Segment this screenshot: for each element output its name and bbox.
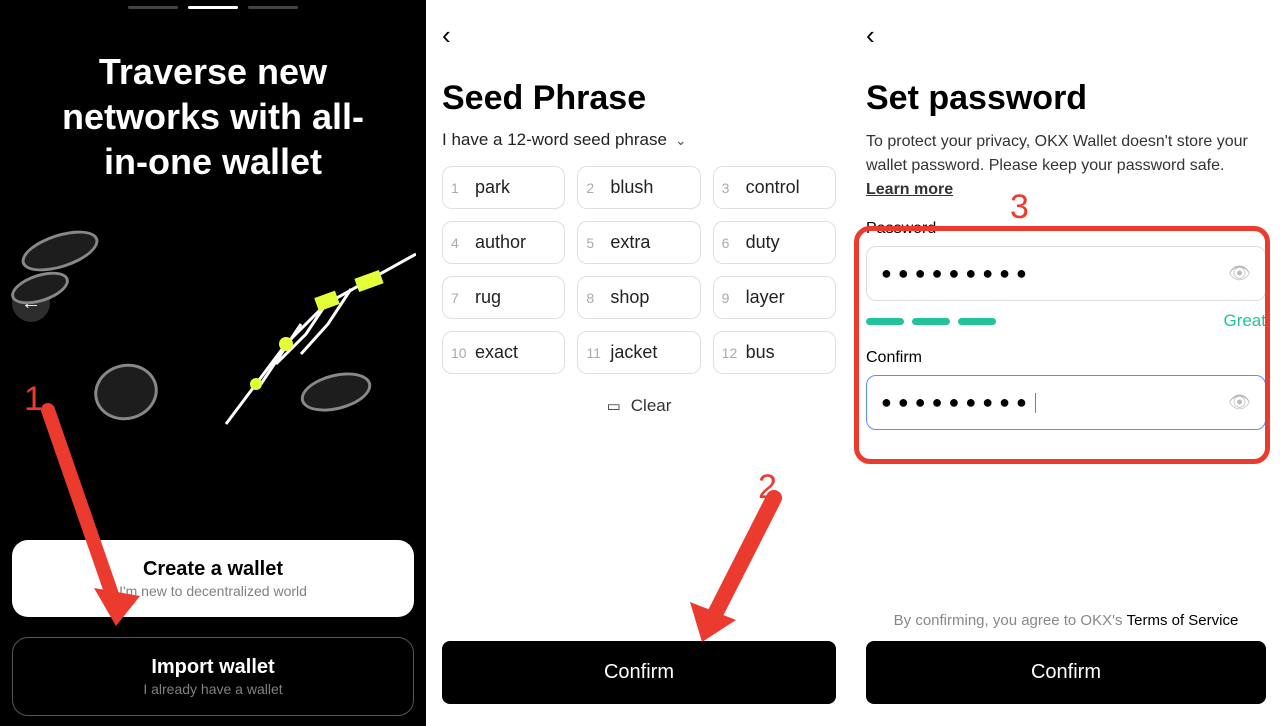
- set-password-panel: ‹ Set password To protect your privacy, …: [852, 0, 1280, 726]
- strength-label: Great: [1223, 311, 1266, 331]
- robot-hand-icon: [116, 234, 416, 494]
- seed-num: 11: [586, 345, 602, 361]
- clear-button[interactable]: ▭ Clear: [442, 396, 836, 416]
- seed-word-2[interactable]: 2 blush: [577, 166, 700, 209]
- seed-word-8[interactable]: 8 shop: [577, 276, 700, 319]
- seed-num: 1: [451, 180, 467, 196]
- seed-word-text: extra: [610, 232, 650, 253]
- strength-bar-2: [912, 318, 950, 325]
- seed-num: 9: [722, 290, 738, 306]
- seed-word-text: author: [475, 232, 526, 253]
- create-wallet-title: Create a wallet: [24, 558, 402, 581]
- seed-num: 12: [722, 345, 738, 361]
- set-password-title: Set password: [866, 79, 1266, 118]
- chevron-left-icon: ‹: [866, 20, 875, 50]
- create-wallet-subtitle: I'm new to decentralized world: [24, 583, 402, 599]
- onboarding-illustration: [0, 194, 426, 530]
- seed-word-12[interactable]: 12 bus: [713, 331, 836, 374]
- seed-num: 7: [451, 290, 467, 306]
- seed-word-3[interactable]: 3 control: [713, 166, 836, 209]
- back-button[interactable]: ‹: [442, 20, 836, 51]
- chevron-down-icon: ⌄: [675, 132, 687, 149]
- clear-label: Clear: [631, 396, 672, 416]
- seed-word-11[interactable]: 11 jacket: [577, 331, 700, 374]
- eye-icon[interactable]: 👁: [1228, 392, 1251, 413]
- seed-word-1[interactable]: 1 park: [442, 166, 565, 209]
- confirm-label: Confirm: [604, 661, 674, 683]
- eye-icon[interactable]: 👁: [1228, 263, 1251, 284]
- seed-length-label: I have a 12-word seed phrase: [442, 130, 667, 150]
- seed-word-text: bus: [746, 342, 775, 363]
- seed-num: 3: [722, 180, 738, 196]
- seed-grid: 1 park 2 blush 3 control 4 author 5 extra 6 duty 7 ru…: [442, 166, 836, 374]
- seed-word-text: jacket: [610, 342, 657, 363]
- password-value: ●●●●●●●●●: [881, 263, 1033, 284]
- confirm-field-group: Confirm ●●●●●●●●● 👁: [866, 349, 1266, 430]
- learn-more-link[interactable]: Learn more: [866, 181, 953, 198]
- strength-bar-3: [958, 318, 996, 325]
- seed-word-6[interactable]: 6 duty: [713, 221, 836, 264]
- seed-num: 8: [586, 290, 602, 306]
- seed-num: 2: [586, 180, 602, 196]
- strength-bar-1: [866, 318, 904, 325]
- seed-word-9[interactable]: 9 layer: [713, 276, 836, 319]
- seed-word-10[interactable]: 10 exact: [442, 331, 565, 374]
- seed-word-text: layer: [746, 287, 785, 308]
- import-wallet-title: Import wallet: [25, 656, 401, 679]
- seed-num: 4: [451, 235, 467, 251]
- seed-word-text: duty: [746, 232, 780, 253]
- seed-word-text: control: [746, 177, 800, 198]
- password-description: To protect your privacy, OKX Wallet does…: [866, 130, 1266, 202]
- confirm-button[interactable]: Confirm: [866, 641, 1266, 704]
- seed-word-5[interactable]: 5 extra: [577, 221, 700, 264]
- confirm-password-input[interactable]: ●●●●●●●●● 👁: [866, 375, 1266, 430]
- password-field-group: Password ●●●●●●●●● 👁 Great: [866, 220, 1266, 331]
- seed-word-7[interactable]: 7 rug: [442, 276, 565, 319]
- seed-num: 10: [451, 345, 467, 361]
- import-wallet-button[interactable]: Import wallet I already have a wallet: [12, 637, 414, 716]
- confirm-button[interactable]: Confirm: [442, 641, 836, 704]
- strength-bars: [866, 318, 996, 325]
- seed-phrase-panel: ‹ Seed Phrase I have a 12-word seed phra…: [426, 0, 852, 726]
- seed-word-text: exact: [475, 342, 518, 363]
- password-strength: Great: [866, 311, 1266, 331]
- confirm-value: ●●●●●●●●●: [881, 392, 1036, 413]
- create-wallet-button[interactable]: Create a wallet I'm new to decentralized…: [12, 540, 414, 617]
- seed-word-text: park: [475, 177, 510, 198]
- seed-num: 6: [722, 235, 738, 251]
- seed-word-text: rug: [475, 287, 501, 308]
- terms-of-service-link[interactable]: Terms of Service: [1127, 612, 1239, 629]
- import-wallet-subtitle: I already have a wallet: [25, 681, 401, 697]
- seed-num: 5: [586, 235, 602, 251]
- back-button[interactable]: ‹: [866, 20, 1266, 51]
- confirm-button-label: Confirm: [1031, 661, 1101, 683]
- eraser-icon: ▭: [607, 397, 621, 415]
- seed-word-text: shop: [610, 287, 649, 308]
- password-label: Password: [866, 220, 1266, 238]
- seed-word-text: blush: [610, 177, 653, 198]
- seed-phrase-title: Seed Phrase: [442, 79, 836, 118]
- confirm-label-text: Confirm: [866, 349, 1266, 367]
- seed-length-selector[interactable]: I have a 12-word seed phrase ⌄: [442, 130, 836, 150]
- onboarding-panel: Traverse new networks with all-in-one wa…: [0, 0, 426, 726]
- password-input[interactable]: ●●●●●●●●● 👁: [866, 246, 1266, 301]
- onboarding-heading: Traverse new networks with all-in-one wa…: [0, 9, 426, 194]
- chevron-left-icon: ‹: [442, 20, 451, 50]
- tos-footer: By confirming, you agree to OKX's Terms …: [866, 612, 1266, 629]
- seed-word-4[interactable]: 4 author: [442, 221, 565, 264]
